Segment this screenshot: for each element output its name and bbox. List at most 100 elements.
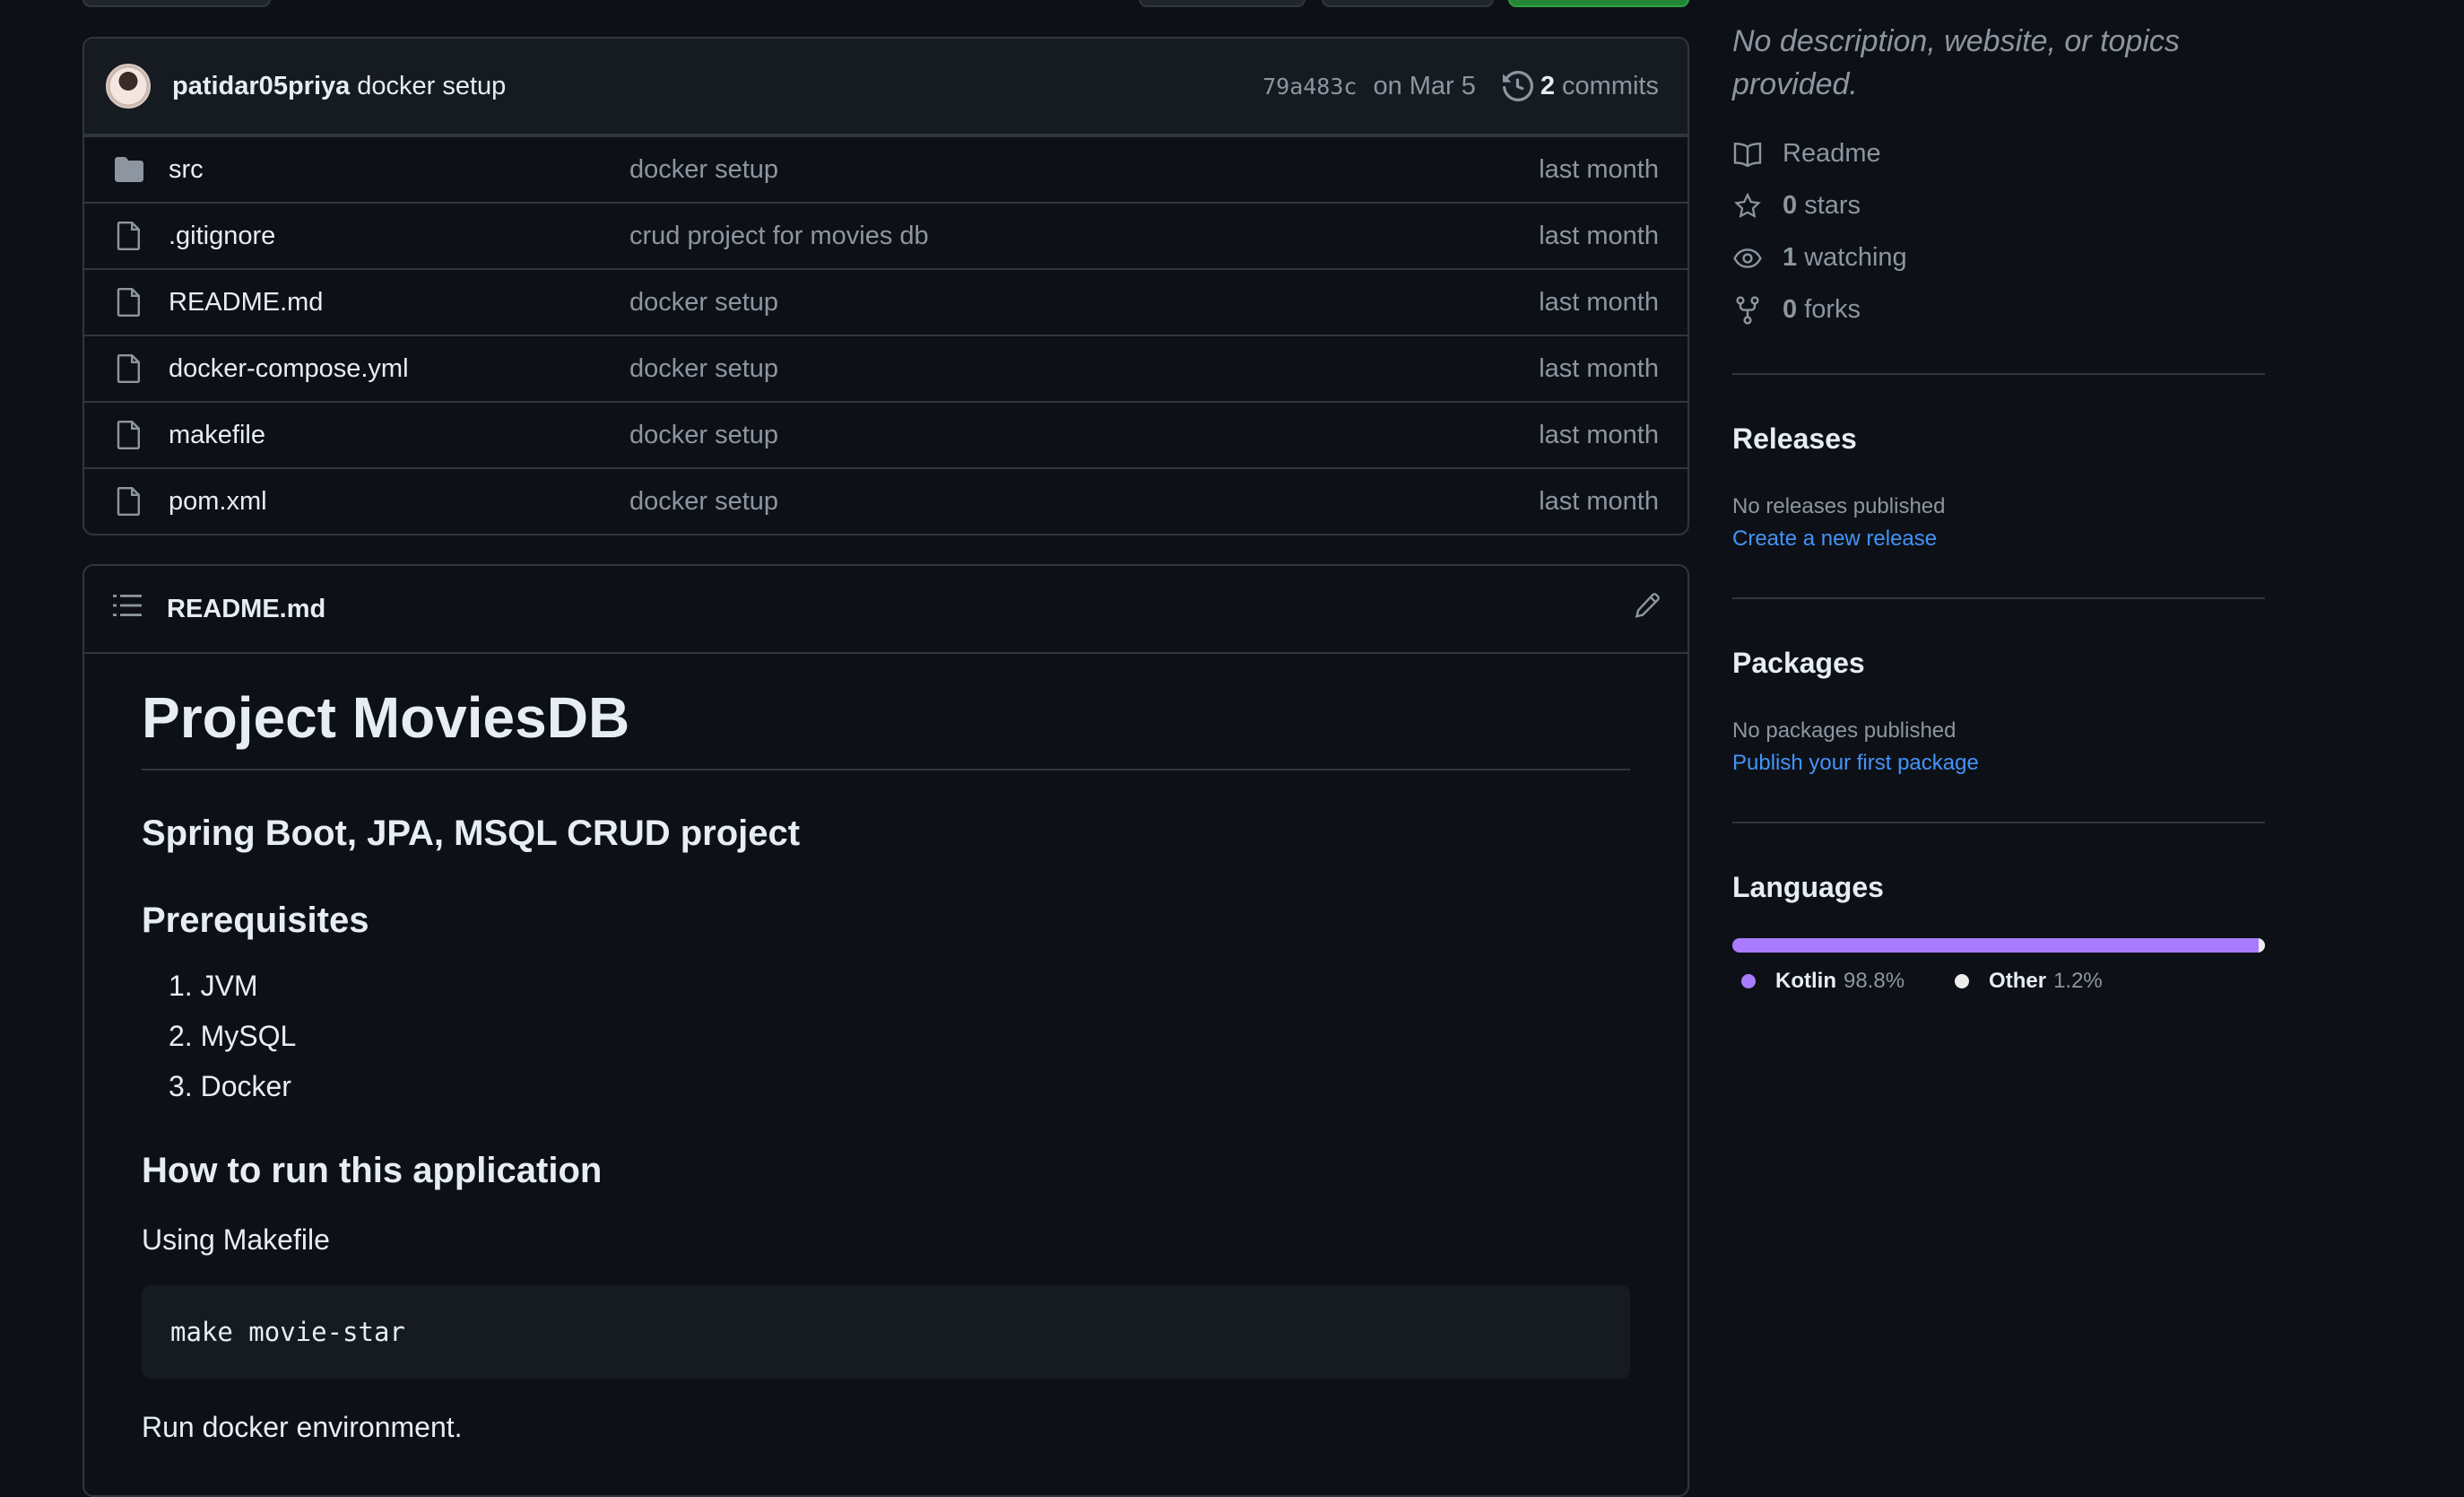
language-name: Kotlin (1775, 969, 1836, 993)
publish-package-link[interactable]: Publish your first package (1732, 751, 1979, 776)
file-row[interactable]: .gitignore crud project for movies db la… (84, 202, 1687, 268)
file-age: last month (1539, 154, 1659, 184)
stars-link[interactable]: 0 stars (1732, 191, 1861, 221)
file-icon (111, 487, 147, 516)
readme-subtitle: Spring Boot, JPA, MSQL CRUD project (142, 814, 801, 853)
stars-count: 0 (1783, 191, 1798, 220)
watching-link[interactable]: 1 watching (1732, 243, 1907, 273)
list-item: 2. MySQL (169, 1020, 297, 1052)
code-text: make movie-star (170, 1317, 405, 1347)
forks-count: 0 (1783, 295, 1798, 324)
avatar[interactable] (106, 64, 151, 109)
commit-author[interactable]: patidar05priya (172, 72, 350, 101)
run-heading: How to run this application (142, 1151, 603, 1190)
file-name[interactable]: docker-compose.yml (169, 354, 629, 384)
fork-icon (1732, 295, 1763, 325)
book-icon (1732, 142, 1763, 167)
file-row[interactable]: src docker setup last month (84, 135, 1687, 202)
commit-message[interactable]: docker setup (357, 72, 506, 101)
file-icon (111, 354, 147, 383)
forks-link[interactable]: 0 forks (1732, 295, 1861, 325)
packages-heading[interactable]: Packages (1732, 647, 1865, 680)
file-age: last month (1539, 221, 1659, 250)
language-other[interactable]: Other 1.2% (1946, 969, 2103, 994)
file-name[interactable]: src (169, 155, 629, 185)
watching-label: watching (1804, 243, 1907, 272)
releases-heading[interactable]: Releases (1732, 422, 1857, 456)
readme-content: Project MoviesDB Spring Boot, JPA, MSQL … (84, 684, 1687, 1444)
readme-header: README.md (84, 566, 1687, 654)
languages-legend: Kotlin 98.8% Other 1.2% (1732, 969, 2144, 994)
using-makefile-text: Using Makefile (142, 1223, 330, 1256)
file-age: last month (1539, 353, 1659, 383)
file-age: last month (1539, 486, 1659, 516)
go-to-file-button[interactable] (1139, 0, 1306, 7)
readme-title[interactable]: README.md (167, 595, 325, 624)
file-commit-message[interactable]: docker setup (629, 155, 1539, 185)
stars-label: stars (1804, 191, 1861, 220)
language-percent: 98.8% (1843, 969, 1905, 993)
file-commit-message[interactable]: docker setup (629, 487, 1539, 517)
star-icon (1732, 192, 1763, 220)
file-commit-message[interactable]: docker setup (629, 354, 1539, 384)
readme-h1: Project MoviesDB (142, 684, 1630, 770)
prerequisites-list: 1. JVM 2. MySQL 3. Docker (142, 961, 1630, 1111)
language-bar-other (2258, 938, 2265, 953)
latest-commit-bar: patidar05priya docker setup 79a483c on M… (84, 39, 1687, 135)
language-dot (1955, 974, 1970, 988)
readme-link[interactable]: Readme (1732, 139, 1881, 169)
code-block[interactable]: make movie-star (142, 1285, 1630, 1379)
divider (1732, 822, 2265, 823)
branch-button[interactable] (82, 0, 271, 7)
readme-panel: README.md Project MoviesDB Spring Boot, … (82, 564, 1689, 1497)
outline-list-icon[interactable] (113, 593, 142, 625)
code-button[interactable] (1508, 0, 1689, 7)
commit-sha[interactable]: 79a483c (1262, 74, 1357, 100)
watching-count: 1 (1783, 243, 1798, 272)
readme-label: Readme (1783, 139, 1881, 168)
forks-label: forks (1804, 295, 1861, 324)
language-name: Other (1989, 969, 2047, 993)
create-release-link[interactable]: Create a new release (1732, 527, 1937, 552)
file-age: last month (1539, 420, 1659, 449)
file-name[interactable]: makefile (169, 421, 629, 450)
file-commit-message[interactable]: docker setup (629, 288, 1539, 318)
file-commit-message[interactable]: docker setup (629, 421, 1539, 450)
commits-link[interactable]: 2 commits (1502, 71, 1659, 101)
packages-status: No packages published (1732, 718, 1956, 743)
file-name[interactable]: .gitignore (169, 222, 629, 251)
edit-pencil-icon[interactable] (1634, 592, 1661, 626)
folder-icon (111, 157, 147, 182)
language-bar-kotlin (1732, 938, 2259, 953)
run-docker-text: Run docker environment. (142, 1411, 463, 1443)
commit-count: 2 (1540, 71, 1556, 100)
file-row[interactable]: docker-compose.yml docker setup last mon… (84, 335, 1687, 401)
add-file-button[interactable] (1322, 0, 1494, 7)
divider (1732, 373, 2265, 375)
file-row[interactable]: README.md docker setup last month (84, 268, 1687, 335)
file-row[interactable]: makefile docker setup last month (84, 401, 1687, 467)
file-commit-message[interactable]: crud project for movies db (629, 222, 1539, 251)
file-list: patidar05priya docker setup 79a483c on M… (82, 37, 1689, 535)
language-kotlin[interactable]: Kotlin 98.8% (1732, 969, 1904, 994)
languages-heading: Languages (1732, 871, 1884, 903)
commit-date: on Mar 5 (1373, 71, 1476, 100)
about-description: No description, website, or topics provi… (1732, 24, 2180, 101)
commit-count-label: commits (1562, 71, 1659, 100)
language-dot (1741, 974, 1756, 988)
history-icon (1502, 71, 1533, 101)
language-percent: 1.2% (2053, 969, 2103, 993)
file-icon (111, 421, 147, 449)
prerequisites-heading: Prerequisites (142, 901, 369, 940)
divider (1732, 597, 2265, 599)
file-row[interactable]: pom.xml docker setup last month (84, 467, 1687, 534)
file-icon (111, 222, 147, 250)
list-item: 3. Docker (169, 1070, 291, 1102)
eye-icon (1732, 248, 1763, 269)
releases-status: No releases published (1732, 494, 1946, 518)
file-name[interactable]: README.md (169, 288, 629, 318)
file-age: last month (1539, 287, 1659, 317)
languages-bar (1732, 938, 2265, 953)
file-name[interactable]: pom.xml (169, 487, 629, 517)
file-icon (111, 288, 147, 317)
